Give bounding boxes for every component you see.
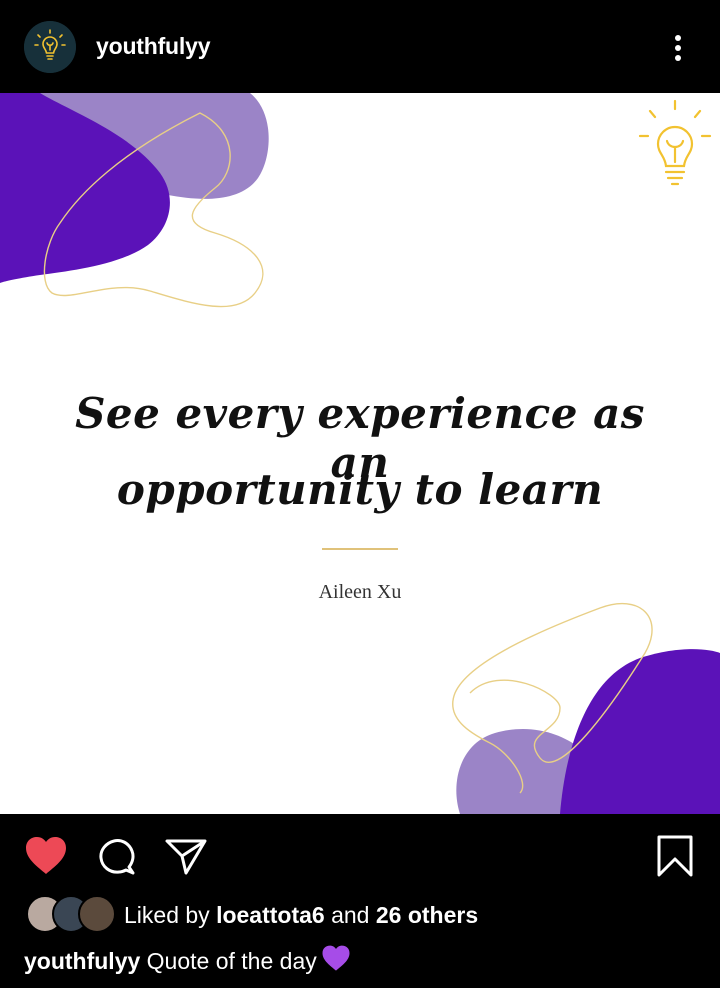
quote-divider [322,548,398,550]
post-image[interactable]: See every experience as an opportunity t… [0,93,720,814]
profile-avatar[interactable] [24,21,76,73]
more-vertical-icon [675,35,681,41]
post-header: youthfulyy [0,0,720,93]
like-button[interactable] [24,836,68,881]
post-actions [0,814,720,894]
share-paper-plane-icon [165,839,207,875]
heart-filled-icon [26,837,66,874]
caption-username[interactable]: youthfulyy [24,948,140,974]
lightbulb-icon [638,99,712,186]
liker-avatar [78,895,116,933]
likes-summary[interactable]: Liked by loeattota6 and 26 others [0,893,720,937]
share-button[interactable] [164,836,208,881]
instagram-post: youthfulyy See every experience as an op… [0,0,720,988]
likes-others[interactable]: 26 others [376,902,478,928]
likes-prefix: Liked by [124,902,217,928]
liker-username[interactable]: loeattota6 [216,902,325,928]
comment-icon [99,839,135,875]
save-button[interactable] [656,834,694,883]
more-dot [675,55,681,61]
likes-text: Liked by loeattota6 and 26 others [124,902,478,929]
more-options-button[interactable] [660,30,696,66]
purple-heart-icon [321,945,351,978]
bookmark-icon [657,835,693,877]
quote-line-2: opportunity to learn [116,465,604,514]
comment-button[interactable] [96,836,136,881]
quote-author: Aileen Xu [318,581,402,603]
lightbulb-logo-icon [24,21,76,73]
header-username[interactable]: youthfulyy [96,33,210,60]
likes-middle: and [324,902,376,928]
caption: youthfulyy Quote of the day [24,945,351,978]
more-dot [675,45,681,51]
caption-text: Quote of the day [140,948,317,974]
